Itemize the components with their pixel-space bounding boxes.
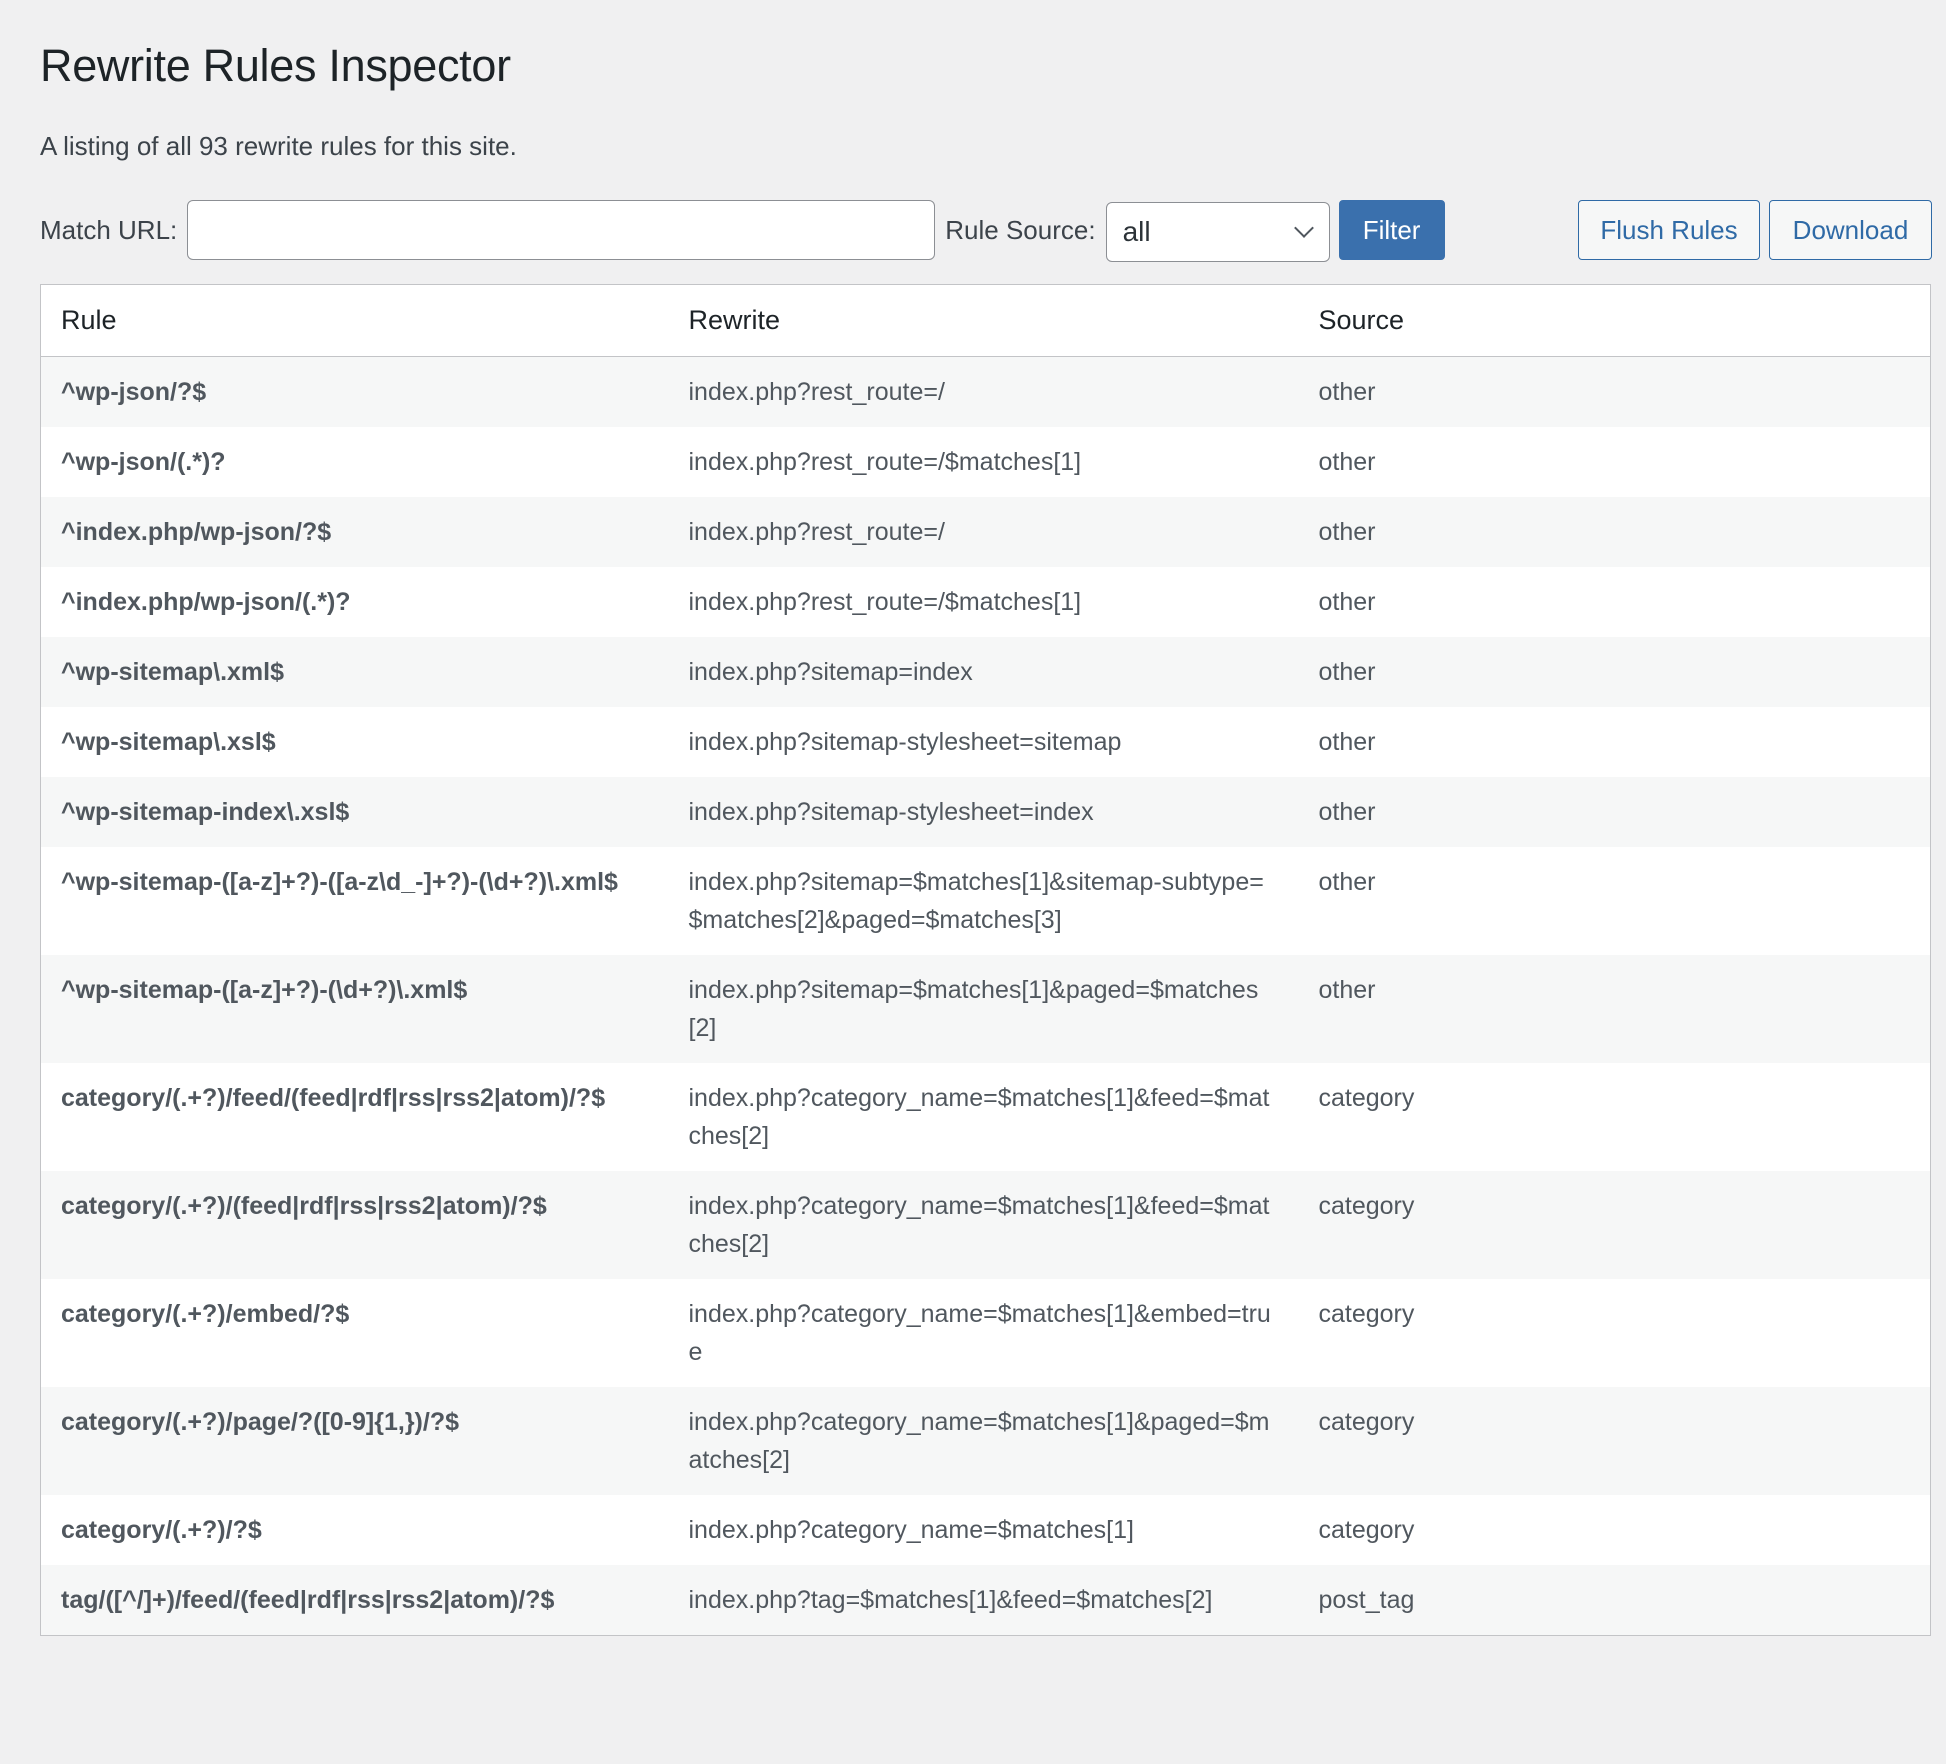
- column-header-rewrite: Rewrite: [668, 284, 1299, 357]
- table-row: category/(.+?)/(feed|rdf|rss|rss2|atom)/…: [40, 1171, 1931, 1279]
- source-cell: other: [1318, 868, 1376, 896]
- source-cell: category: [1318, 1516, 1415, 1544]
- column-header-rule: Rule: [40, 284, 669, 357]
- table-row: ^wp-sitemap-([a-z]+?)-(\d+?)\.xml$ index.…: [40, 955, 1931, 1063]
- rewrite-cell: index.php?tag=$matches[1]&feed=$matches[…: [688, 1586, 1213, 1614]
- rewrite-cell: index.php?sitemap=index: [688, 658, 973, 686]
- rewrite-cell: index.php?sitemap=$matches[1]&paged=$mat…: [688, 976, 1259, 1042]
- source-cell: other: [1318, 728, 1376, 756]
- table-row: ^wp-sitemap\.xsl$ index.php?sitemap-style…: [40, 707, 1931, 777]
- rewrite-cell: index.php?category_name=$matches[1]&page…: [688, 1408, 1270, 1474]
- rewrite-cell: index.php?rest_route=/$matches[1]: [688, 588, 1082, 616]
- source-cell: other: [1318, 378, 1376, 406]
- column-header-source: Source: [1298, 284, 1931, 357]
- source-cell: other: [1318, 798, 1376, 826]
- table-row: tag/([^/]+)/feed/(feed|rdf|rss|rss2|atom…: [40, 1565, 1931, 1636]
- rewrite-cell: index.php?sitemap-stylesheet=index: [688, 798, 1094, 826]
- source-cell: category: [1318, 1408, 1415, 1436]
- rewrite-cell: index.php?category_name=$matches[1]: [688, 1516, 1134, 1544]
- rule-cell: ^wp-sitemap\.xml$: [61, 658, 284, 686]
- rule-cell: ^index.php/wp-json/(.*)?: [61, 588, 351, 616]
- table-row: ^wp-sitemap-index\.xsl$ index.php?sitemap…: [40, 777, 1931, 847]
- table-row: ^wp-json/?$ index.php?rest_route=/ other: [40, 356, 1931, 427]
- table-row: ^wp-sitemap-([a-z]+?)-([a-z\d_-]+?)-(\d+…: [40, 847, 1931, 955]
- source-cell: category: [1318, 1300, 1415, 1328]
- rule-source-label: Rule Source:: [945, 214, 1096, 245]
- rule-source-select[interactable]: all: [1105, 201, 1330, 262]
- table-header-row: Rule Rewrite Source: [40, 284, 1931, 357]
- source-cell: other: [1318, 588, 1376, 616]
- rule-cell: ^wp-sitemap-([a-z]+?)-(\d+?)\.xml$: [61, 976, 468, 1004]
- table-row: ^wp-sitemap\.xml$ index.php?sitemap=index…: [40, 637, 1931, 707]
- table-row: ^wp-json/(.*)? index.php?rest_route=/$mat…: [40, 427, 1931, 497]
- rewrite-cell: index.php?rest_route=/: [688, 378, 945, 406]
- source-cell: category: [1318, 1192, 1415, 1220]
- rewrite-cell: index.php?rest_route=/$matches[1]: [688, 448, 1082, 476]
- rule-cell: ^wp-sitemap-index\.xsl$: [61, 798, 350, 826]
- rule-cell: ^wp-json/(.*)?: [61, 448, 226, 476]
- rewrite-cell: index.php?sitemap-stylesheet=sitemap: [688, 728, 1122, 756]
- filter-button[interactable]: Filter: [1338, 200, 1445, 260]
- source-cell: category: [1318, 1084, 1415, 1112]
- rule-cell: category/(.+?)/embed/?$: [61, 1300, 350, 1328]
- page-title: Rewrite Rules Inspector: [40, 40, 511, 91]
- rewrite-cell: index.php?rest_route=/: [688, 518, 945, 546]
- table-row: category/(.+?)/page/?([0-9]{1,})/?$ index…: [40, 1387, 1931, 1495]
- rewrite-cell: index.php?sitemap=$matches[1]&sitemap-su…: [688, 868, 1264, 934]
- table-row: ^index.php/wp-json/(.*)? index.php?rest_r…: [40, 567, 1931, 637]
- rule-cell: category/(.+?)/feed/(feed|rdf|rss|rss2|a…: [61, 1084, 606, 1112]
- rule-source-value: all: [1122, 215, 1151, 247]
- rewrite-cell: index.php?category_name=$matches[1]&embe…: [688, 1300, 1271, 1366]
- table-row: category/(.+?)/?$ index.php?category_name…: [40, 1495, 1931, 1565]
- rewrite-cell: index.php?category_name=$matches[1]&feed…: [688, 1084, 1270, 1150]
- rule-cell: category/(.+?)/page/?([0-9]{1,})/?$: [61, 1408, 459, 1436]
- rule-cell: category/(.+?)/?$: [61, 1516, 262, 1544]
- page-description: A listing of all 93 rewrite rules for th…: [40, 131, 517, 161]
- rule-cell: ^wp-json/?$: [61, 378, 207, 406]
- match-url-label: Match URL:: [40, 214, 178, 245]
- table-row: category/(.+?)/feed/(feed|rdf|rss|rss2|a…: [40, 1063, 1931, 1171]
- source-cell: post_tag: [1318, 1586, 1415, 1614]
- source-cell: other: [1318, 448, 1376, 476]
- chevron-down-icon: [1293, 217, 1314, 238]
- flush-rules-button[interactable]: Flush Rules: [1578, 200, 1760, 260]
- filter-toolbar: Match URL: Rule Source: all Filter Flush…: [40, 200, 1932, 262]
- source-cell: other: [1318, 658, 1376, 686]
- table-row: category/(.+?)/embed/?$ index.php?categor…: [40, 1279, 1931, 1387]
- rule-cell: ^wp-sitemap\.xsl$: [61, 728, 276, 756]
- table-row: ^index.php/wp-json/?$ index.php?rest_rout…: [40, 497, 1931, 567]
- rewrite-cell: index.php?category_name=$matches[1]&feed…: [688, 1192, 1270, 1258]
- rules-table: Rule Rewrite Source ^wp-json/?$ index.php…: [40, 284, 1931, 1636]
- source-cell: other: [1318, 976, 1376, 1004]
- source-cell: other: [1318, 518, 1376, 546]
- rule-cell: ^index.php/wp-json/?$: [61, 518, 332, 546]
- page: Rewrite Rules Inspector A listing of all…: [0, 0, 1932, 1636]
- rule-cell: tag/([^/]+)/feed/(feed|rdf|rss|rss2|atom…: [61, 1586, 555, 1614]
- rule-cell: category/(.+?)/(feed|rdf|rss|rss2|atom)/…: [61, 1192, 547, 1220]
- download-button[interactable]: Download: [1769, 200, 1932, 260]
- rule-cell: ^wp-sitemap-([a-z]+?)-([a-z\d_-]+?)-(\d+…: [61, 868, 618, 896]
- match-url-input[interactable]: [187, 200, 936, 260]
